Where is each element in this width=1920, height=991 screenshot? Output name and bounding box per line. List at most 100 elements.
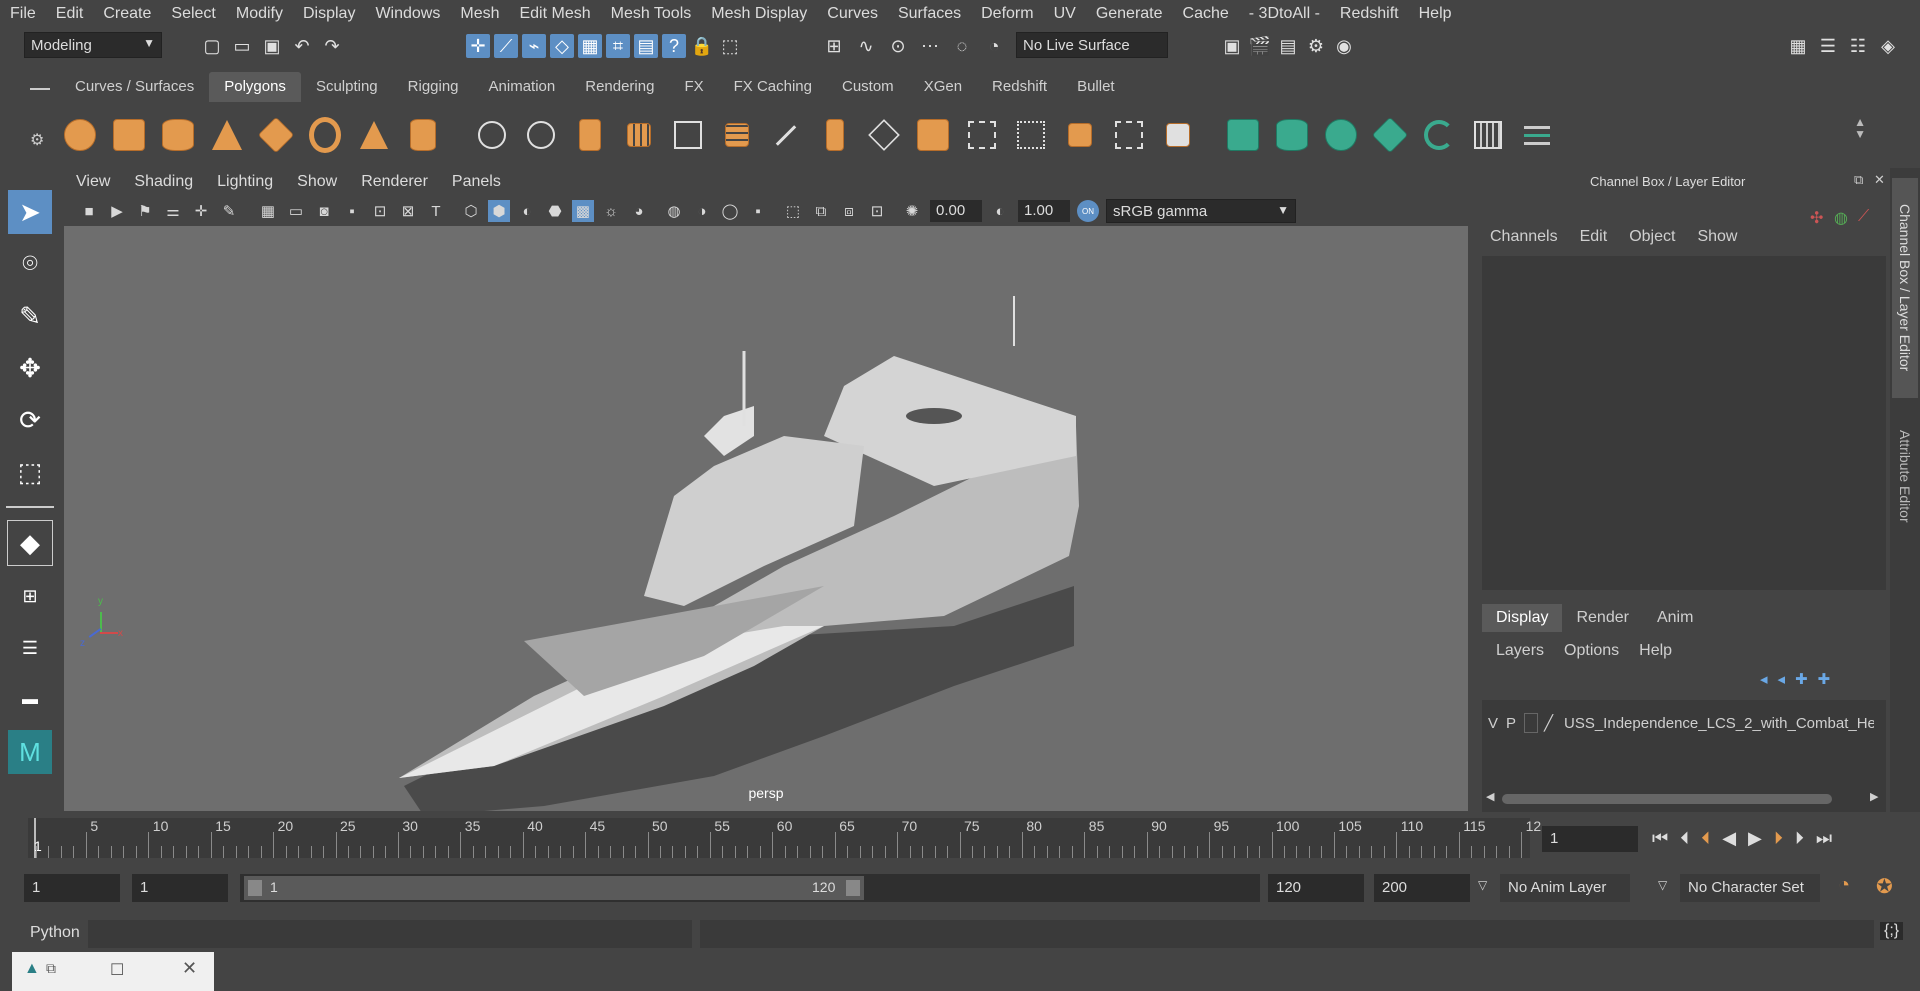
- viewport-menu-lighting[interactable]: Lighting: [205, 173, 285, 191]
- poly-pipe-button[interactable]: [403, 113, 443, 157]
- poly-cone-button[interactable]: [207, 113, 247, 157]
- cb-menu-show[interactable]: Show: [1697, 228, 1737, 246]
- poly-sphere-button[interactable]: [60, 113, 100, 157]
- range-start-grip[interactable]: [248, 880, 262, 896]
- menu-modify[interactable]: Modify: [226, 5, 293, 23]
- backface-icon[interactable]: ⊡: [866, 200, 888, 222]
- select-surfaces-icon[interactable]: ▤: [634, 34, 658, 58]
- layer-tab-anim[interactable]: Anim: [1643, 604, 1707, 632]
- camera-select-icon[interactable]: ■: [78, 200, 100, 222]
- render-view-icon[interactable]: ▣: [1220, 34, 1244, 58]
- menu-mesh-display[interactable]: Mesh Display: [701, 5, 817, 23]
- select-by-object-icon[interactable]: ⟋: [494, 34, 518, 58]
- poly-plane-button[interactable]: [256, 113, 296, 157]
- perspective-viewport[interactable]: y x z persp: [64, 226, 1468, 811]
- range-slider-track[interactable]: 1 120: [240, 874, 1260, 902]
- play-backward-icon[interactable]: ◀: [1722, 828, 1736, 849]
- layer-menu-options[interactable]: Options: [1564, 642, 1619, 660]
- combine-button[interactable]: [472, 113, 512, 157]
- select-tool-icon[interactable]: ➤: [8, 190, 52, 234]
- step-back-key-icon[interactable]: ⏴: [1701, 828, 1710, 849]
- reduce-button[interactable]: [668, 113, 708, 157]
- mirror-button[interactable]: [570, 113, 610, 157]
- tab-xgen[interactable]: XGen: [909, 72, 977, 102]
- menu-generate[interactable]: Generate: [1086, 5, 1173, 23]
- poly-pyramid-button[interactable]: [354, 113, 394, 157]
- range-slider-handle[interactable]: 1 120: [244, 876, 864, 900]
- new-scene-icon[interactable]: ▢: [200, 34, 224, 58]
- multi-cut-button[interactable]: [962, 113, 1002, 157]
- mode-dropdown[interactable]: Modeling ▼: [24, 32, 162, 58]
- gamma-icon[interactable]: ◐: [989, 200, 1011, 222]
- anim-layer-dropdown[interactable]: No Anim Layer: [1500, 874, 1630, 902]
- speed-icon[interactable]: ◍: [1834, 208, 1848, 228]
- uv-cylindrical-button[interactable]: [1272, 113, 1312, 157]
- motion-blur-icon[interactable]: ◍: [663, 200, 685, 222]
- animation-preferences-icon[interactable]: ✪: [1876, 874, 1893, 899]
- animation-start-field[interactable]: 1: [24, 874, 120, 902]
- tab-rendering[interactable]: Rendering: [570, 72, 669, 102]
- bridge-button[interactable]: [815, 113, 855, 157]
- grease-pencil-icon[interactable]: ✎: [218, 200, 240, 222]
- move-tool-icon[interactable]: ✥: [8, 346, 52, 390]
- tab-polygons[interactable]: Polygons: [209, 72, 301, 102]
- select-joints-icon[interactable]: ▦: [578, 34, 602, 58]
- bool-button[interactable]: [913, 113, 953, 157]
- poly-torus-button[interactable]: [305, 113, 345, 157]
- uv-auto-button[interactable]: [1370, 113, 1410, 157]
- viewport-menu-panels[interactable]: Panels: [440, 173, 513, 191]
- new-layer-selected-icon[interactable]: ✚: [1818, 670, 1831, 688]
- layout-options-icon[interactable]: ▬: [8, 678, 52, 722]
- open-scene-icon[interactable]: ▭: [230, 34, 254, 58]
- textured-icon[interactable]: ⬣: [544, 200, 566, 222]
- menu-uv[interactable]: UV: [1044, 5, 1086, 23]
- safe-title-icon[interactable]: T: [425, 200, 447, 222]
- shelf-menu-icon[interactable]: [30, 82, 50, 96]
- resolution-gate-icon[interactable]: ◙: [313, 200, 335, 222]
- menu-select[interactable]: Select: [161, 5, 225, 23]
- remesh-button[interactable]: [717, 113, 757, 157]
- tab-sculpting[interactable]: Sculpting: [301, 72, 393, 102]
- target-weld-button[interactable]: [1060, 113, 1100, 157]
- menu-edit-mesh[interactable]: Edit Mesh: [509, 5, 600, 23]
- ambient-occlusion-icon[interactable]: ◕: [628, 200, 650, 222]
- select-by-hierarchy-icon[interactable]: ✛: [466, 34, 490, 58]
- poly-cylinder-button[interactable]: [158, 113, 198, 157]
- layer-name[interactable]: USS_Independence_LCS_2_with_Combat_He: [1564, 715, 1874, 732]
- shelf-scroll-icon[interactable]: ▲ ▼: [1854, 116, 1866, 140]
- paint-select-tool-icon[interactable]: ✎: [8, 294, 52, 338]
- channel-list[interactable]: [1482, 256, 1886, 590]
- viewport-menu-shading[interactable]: Shading: [122, 173, 205, 191]
- tab-fx[interactable]: FX: [669, 72, 718, 102]
- poly-cube-button[interactable]: [109, 113, 149, 157]
- menu-display[interactable]: Display: [293, 5, 365, 23]
- select-misc-icon[interactable]: ?: [662, 34, 686, 58]
- wireframe-icon[interactable]: ⬡: [460, 200, 482, 222]
- tab-animation[interactable]: Animation: [474, 72, 571, 102]
- menu-edit[interactable]: Edit: [46, 5, 94, 23]
- uv-planar-button[interactable]: [1223, 113, 1263, 157]
- uv-layout-button[interactable]: [1517, 113, 1557, 157]
- playback-start-field[interactable]: 1: [132, 874, 228, 902]
- menu-create[interactable]: Create: [93, 5, 161, 23]
- current-frame-field[interactable]: 1: [1542, 826, 1638, 852]
- lock-icon[interactable]: 🔒: [690, 34, 714, 58]
- shadows-icon[interactable]: ☼: [600, 200, 622, 222]
- tool-settings-icon[interactable]: ☷: [1846, 34, 1870, 58]
- safe-action-icon[interactable]: ⊠: [397, 200, 419, 222]
- viewport-menu-renderer[interactable]: Renderer: [349, 173, 440, 191]
- layer-visibility-toggle[interactable]: V: [1488, 715, 1502, 732]
- isolate-select-icon[interactable]: ▪: [747, 200, 769, 222]
- layer-color-icon[interactable]: ╱: [1544, 714, 1558, 732]
- tab-fx-caching[interactable]: FX Caching: [719, 72, 827, 102]
- select-by-component-icon[interactable]: ⌁: [522, 34, 546, 58]
- render-settings-icon[interactable]: ⚙: [1304, 34, 1328, 58]
- layer-playback-toggle[interactable]: P: [1506, 715, 1520, 732]
- wireframe-on-shaded-icon[interactable]: ◐: [516, 200, 538, 222]
- viewport-menu-view[interactable]: View: [64, 173, 122, 191]
- snap-view-plane-icon[interactable]: ⋯: [918, 34, 942, 58]
- layer-type-toggle[interactable]: [1524, 713, 1538, 733]
- smooth-button[interactable]: [619, 113, 659, 157]
- cb-menu-edit[interactable]: Edit: [1580, 228, 1608, 246]
- depth-of-field-icon[interactable]: ◯: [719, 200, 741, 222]
